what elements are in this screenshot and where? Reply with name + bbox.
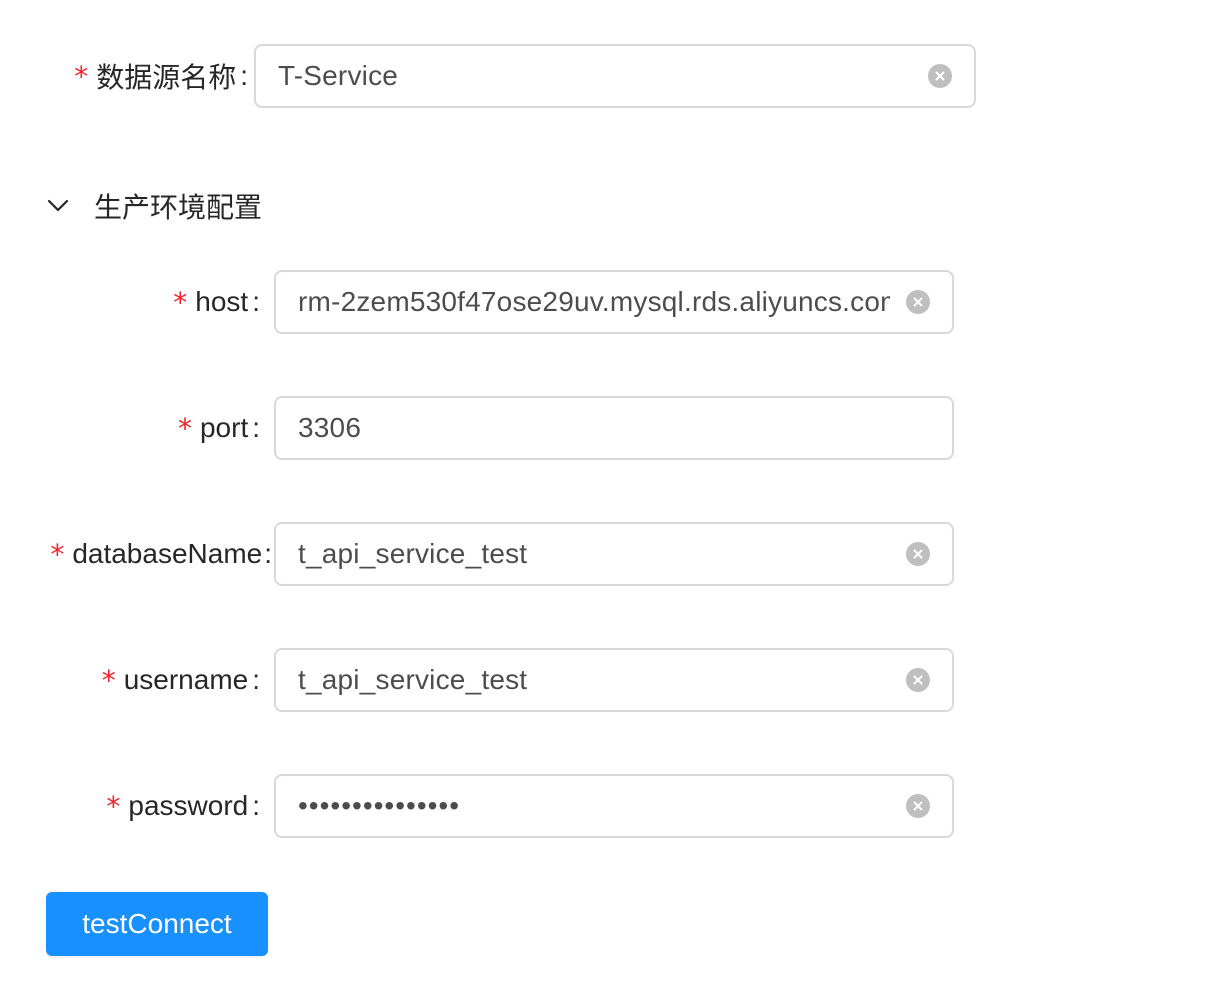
- label-colon: :: [252, 412, 260, 443]
- label-colon: :: [252, 664, 260, 695]
- required-mark: *: [101, 663, 116, 697]
- datasource-name-label: * 数据源名称 :: [62, 56, 250, 96]
- label-colon: :: [264, 538, 272, 569]
- section-header-production[interactable]: 生产环境配置: [46, 186, 262, 226]
- password-label: * password :: [40, 790, 262, 823]
- clear-icon[interactable]: [906, 794, 930, 818]
- test-connect-button[interactable]: testConnect: [46, 892, 268, 956]
- port-label-text: port: [199, 412, 249, 443]
- database-name-field[interactable]: [274, 522, 954, 586]
- password-label-text: password: [128, 790, 249, 821]
- database-name-label-text: databaseName: [72, 538, 263, 569]
- clear-icon[interactable]: [928, 64, 952, 88]
- port-label: * port :: [40, 412, 262, 445]
- port-input[interactable]: [298, 412, 930, 444]
- password-input[interactable]: [298, 790, 930, 822]
- host-row: * host :: [40, 270, 954, 334]
- label-colon: :: [240, 60, 248, 91]
- host-input[interactable]: [298, 286, 930, 318]
- database-name-row: * databaseName :: [40, 522, 954, 586]
- username-label-text: username: [123, 664, 249, 695]
- required-mark: *: [177, 411, 192, 445]
- datasource-form: * 数据源名称 : 生产环境配置 * host :: [0, 0, 1208, 988]
- username-input[interactable]: [298, 664, 930, 696]
- host-label: * host :: [40, 286, 262, 319]
- port-field[interactable]: [274, 396, 954, 460]
- clear-icon[interactable]: [906, 668, 930, 692]
- label-colon: :: [252, 286, 260, 317]
- username-row: * username :: [40, 648, 954, 712]
- host-label-text: host: [195, 286, 249, 317]
- required-mark: *: [50, 537, 65, 571]
- label-colon: :: [252, 790, 260, 821]
- section-title: 生产环境配置: [94, 192, 263, 223]
- datasource-name-label-text: 数据源名称: [96, 62, 237, 93]
- password-row: * password :: [40, 774, 954, 838]
- username-field[interactable]: [274, 648, 954, 712]
- port-row: * port :: [40, 396, 954, 460]
- required-mark: *: [173, 285, 188, 319]
- database-name-input[interactable]: [298, 538, 930, 570]
- required-mark: *: [106, 789, 121, 823]
- clear-icon[interactable]: [906, 290, 930, 314]
- datasource-name-input[interactable]: [278, 60, 952, 92]
- database-name-label: * databaseName :: [40, 538, 272, 571]
- clear-icon[interactable]: [906, 542, 930, 566]
- host-field[interactable]: [274, 270, 954, 334]
- datasource-name-row: * 数据源名称 :: [62, 44, 976, 108]
- datasource-name-field[interactable]: [254, 44, 976, 108]
- password-field[interactable]: [274, 774, 954, 838]
- required-mark: *: [74, 59, 89, 93]
- username-label: * username :: [40, 664, 262, 697]
- chevron-down-icon[interactable]: [46, 194, 70, 218]
